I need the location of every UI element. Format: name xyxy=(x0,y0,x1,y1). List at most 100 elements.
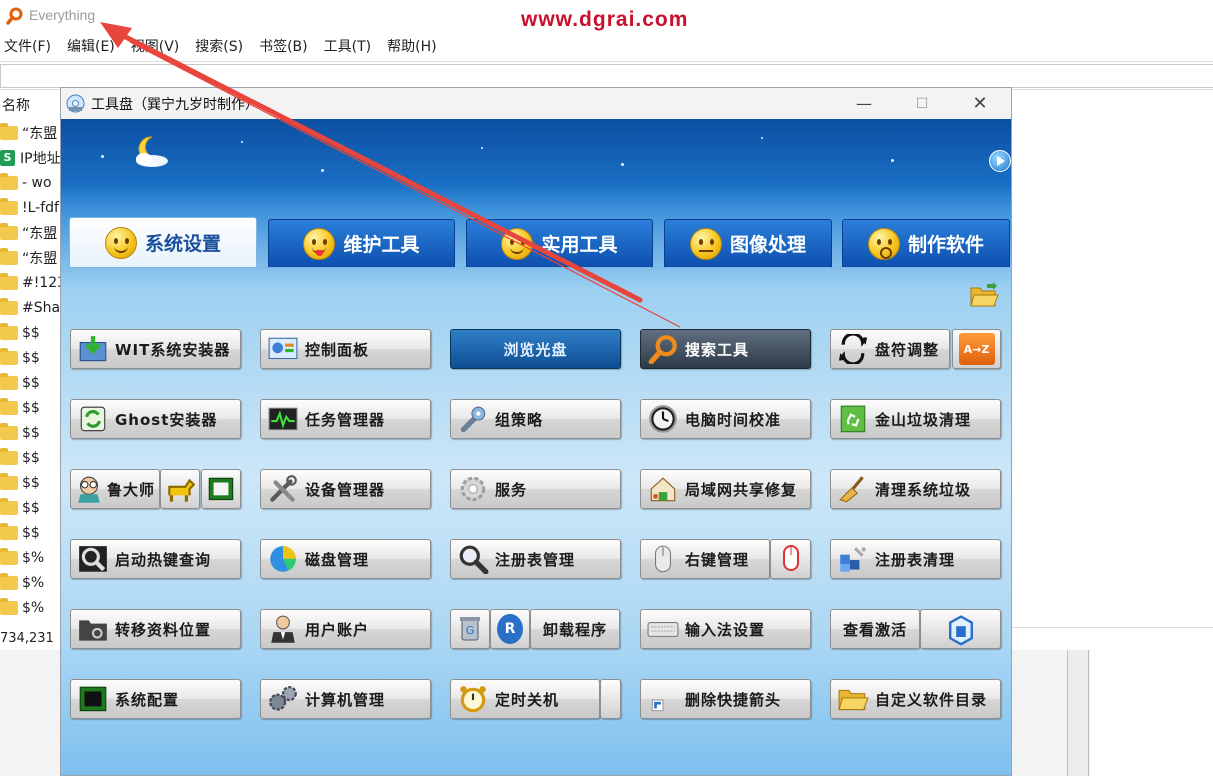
list-item[interactable]: - wo xyxy=(0,171,52,195)
folder-icon xyxy=(0,448,18,465)
folder-icon xyxy=(0,348,18,365)
maximize-button[interactable]: ☐ xyxy=(893,88,951,119)
list-item[interactable]: S IP地址 xyxy=(0,146,61,170)
az-sort-icon: A→Z xyxy=(958,333,995,365)
list-item[interactable]: $% xyxy=(0,546,44,570)
tool-button-5-4[interactable]: 自定义软件目录 xyxy=(830,679,1001,719)
dog-tool-button[interactable] xyxy=(160,469,200,509)
menu-bookmarks[interactable]: 书签(B) xyxy=(255,35,313,59)
folder-icon xyxy=(0,398,18,415)
chip-tool-button[interactable] xyxy=(201,469,241,509)
tool-button-1-2[interactable]: 组策略 xyxy=(450,399,621,439)
tool-button-0-2[interactable]: 浏览光盘 xyxy=(450,329,621,369)
tool-button-2-1[interactable]: 设备管理器 xyxy=(260,469,431,509)
tool-button-label: 金山垃圾清理 xyxy=(875,410,972,429)
registry-r-icon: R xyxy=(497,614,523,644)
tool-button-3-2[interactable]: 注册表管理 xyxy=(450,539,621,579)
list-item[interactable]: $% xyxy=(0,571,44,595)
menu-search[interactable]: 搜索(S) xyxy=(191,35,248,59)
tool-button-2-4[interactable]: 清理系统垃圾 xyxy=(830,469,1001,509)
open-folder-icon[interactable] xyxy=(969,282,999,308)
list-item[interactable]: “东盟 xyxy=(0,246,57,270)
close-button[interactable]: ✕ xyxy=(951,88,1009,119)
tool-button-0-1[interactable]: 控制面板 xyxy=(260,329,431,369)
menu-tools[interactable]: 工具(T) xyxy=(320,35,376,59)
tool-button-0-0[interactable]: WIT系统安装器 xyxy=(70,329,241,369)
right-click-icon-button[interactable] xyxy=(770,539,811,579)
tool-button-2-3[interactable]: 局域网共享修复 xyxy=(640,469,811,509)
timer-extra-button[interactable] xyxy=(600,679,621,719)
tool-button-3-0[interactable]: 启动热键查询 xyxy=(70,539,241,579)
tool-button-5-3[interactable]: 删除快捷箭头 xyxy=(640,679,811,719)
column-header-name[interactable]: 名称 xyxy=(2,95,30,115)
tool-button-3-4[interactable]: 注册表清理 xyxy=(830,539,1001,579)
everything-title: Everything xyxy=(29,7,96,23)
tool-button-0-3[interactable]: 搜索工具 xyxy=(640,329,811,369)
tool-button-4-3[interactable]: 输入法设置 xyxy=(640,609,811,649)
list-item[interactable]: $$ xyxy=(0,371,40,395)
activate-icon-button[interactable] xyxy=(920,609,1001,649)
list-item[interactable]: $$ xyxy=(0,446,40,470)
task-icon xyxy=(267,404,299,434)
list-item[interactable]: $$ xyxy=(0,321,40,345)
moon-cloud-icon xyxy=(136,136,168,167)
tool-button-4-2[interactable]: 卸载程序 xyxy=(530,609,620,649)
menu-help[interactable]: 帮助(H) xyxy=(383,35,441,59)
everything-menubar: 文件(F) 编辑(E) 视图(V) 搜索(S) 书签(B) 工具(T) 帮助(H… xyxy=(0,35,449,59)
list-item[interactable]: “东盟 xyxy=(0,221,57,245)
az-sort-button[interactable]: A→Z xyxy=(952,329,1001,369)
tool-button-label: 系统配置 xyxy=(115,690,180,709)
tab-4[interactable]: 制作软件 xyxy=(842,219,1010,267)
list-item[interactable]: “东盟 xyxy=(0,121,57,145)
smiley-face-icon xyxy=(303,227,336,260)
tool-button-1-4[interactable]: 金山垃圾清理 xyxy=(830,399,1001,439)
tool-button-3-3[interactable]: 右键管理 xyxy=(640,539,770,579)
list-item[interactable]: $$ xyxy=(0,521,40,545)
tab-0[interactable]: 系统设置 xyxy=(69,217,257,267)
tool-button-4-0[interactable]: 转移资料位置 xyxy=(70,609,241,649)
background-scrollbar[interactable] xyxy=(1067,650,1089,776)
keyboard-icon xyxy=(647,614,679,644)
tool-button-2-2[interactable]: 服务 xyxy=(450,469,621,509)
uninstall-icon-button[interactable]: G xyxy=(450,609,490,649)
uninstall-registry-button[interactable]: R xyxy=(490,609,530,649)
trash-can-icon: G xyxy=(455,614,485,644)
tool-button-5-2[interactable]: 定时关机 xyxy=(450,679,600,719)
folder-icon xyxy=(0,273,18,290)
everything-search-input[interactable] xyxy=(0,64,1213,88)
menu-view[interactable]: 视图(V) xyxy=(127,35,185,59)
tool-button-1-0[interactable]: Ghost安装器 xyxy=(70,399,241,439)
tool-button-5-1[interactable]: 计算机管理 xyxy=(260,679,431,719)
play-icon[interactable] xyxy=(989,150,1011,172)
menu-edit[interactable]: 编辑(E) xyxy=(63,35,120,59)
tool-button-1-3[interactable]: 电脑时间校准 xyxy=(640,399,811,439)
list-item-name: $$ xyxy=(22,400,40,416)
list-item[interactable]: #!123 xyxy=(0,271,66,295)
tool-button-3-1[interactable]: 磁盘管理 xyxy=(260,539,431,579)
tool-button-2-0[interactable]: 鲁大师 xyxy=(70,469,160,509)
list-item[interactable]: $$ xyxy=(0,421,40,445)
list-item[interactable]: $$ xyxy=(0,471,40,495)
list-item[interactable]: $$ xyxy=(0,396,40,420)
list-item[interactable]: $$ xyxy=(0,346,40,370)
menu-file[interactable]: 文件(F) xyxy=(0,35,56,59)
tool-window-titlebar[interactable]: 工具盘（巽宁九岁时制作） — ☐ ✕ xyxy=(61,88,1011,119)
list-item[interactable]: $% xyxy=(0,596,44,620)
tool-button-0-4[interactable]: 盘符调整 xyxy=(830,329,950,369)
tool-button-5-0[interactable]: 系统配置 xyxy=(70,679,241,719)
svg-text:G: G xyxy=(466,624,475,637)
list-item[interactable]: $$ xyxy=(0,496,40,520)
list-item[interactable]: #Shar xyxy=(0,296,66,320)
list-item-name: $$ xyxy=(22,325,40,341)
tool-button-1-1[interactable]: 任务管理器 xyxy=(260,399,431,439)
tool-button-label: 卸载程序 xyxy=(542,620,607,639)
tool-button-4-4[interactable]: 查看激活 xyxy=(830,609,920,649)
everything-status-strip xyxy=(1012,627,1213,650)
tab-2[interactable]: 实用工具 xyxy=(466,219,653,267)
minimize-button[interactable]: — xyxy=(835,88,893,119)
list-item[interactable]: !L-fdf xyxy=(0,196,59,220)
tool-button-4-1[interactable]: 用户账户 xyxy=(260,609,431,649)
tab-3[interactable]: 图像处理 xyxy=(664,219,832,267)
tab-1[interactable]: 维护工具 xyxy=(268,219,455,267)
star-decoration xyxy=(891,159,894,162)
